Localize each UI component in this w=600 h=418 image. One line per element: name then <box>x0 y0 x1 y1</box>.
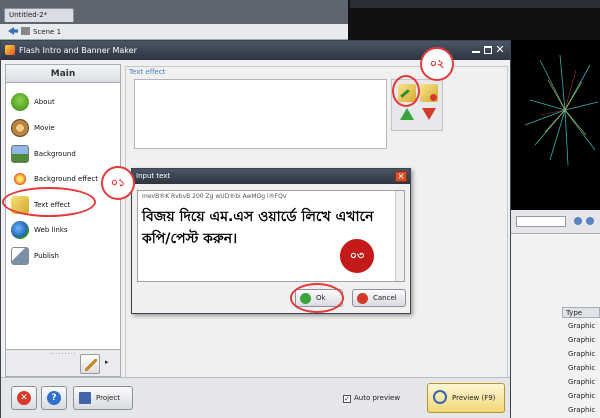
type-row: Graphic <box>568 406 596 414</box>
clapper-icon <box>21 27 30 35</box>
highlight-ring-ok <box>290 283 344 313</box>
sidebar-item-label: Background <box>34 150 76 158</box>
exit-icon: ✕ <box>17 391 31 405</box>
document-tab[interactable]: Untitled-2* <box>4 8 74 22</box>
sidebar-item-web-links[interactable]: Web links <box>6 217 120 243</box>
close-icon[interactable]: ✕ <box>495 44 505 56</box>
bottom-toolbar: ✕ ? Project ✓ Auto preview Preview (F9) <box>1 377 510 418</box>
cancel-button[interactable]: Cancel <box>352 289 406 307</box>
chevron-down-icon[interactable]: ▸ <box>105 358 109 366</box>
sidebar-item-label: Movie <box>34 124 55 132</box>
sidebar-item-background[interactable]: Background <box>6 141 120 167</box>
scene-label: Scene 1 <box>33 28 62 36</box>
cancel-icon <box>357 293 368 304</box>
auto-preview-label: Auto preview <box>354 394 401 402</box>
preview-window-titlebar <box>350 0 600 8</box>
host-app-window: Untitled-2* Scene 1 <box>0 0 348 40</box>
step-1-badge: ০১ <box>101 166 135 200</box>
magnifier-icon <box>433 390 447 404</box>
edit-text-icon[interactable] <box>420 84 438 102</box>
highlight-ring-text-effect <box>2 187 96 217</box>
library-toolbar <box>510 210 600 234</box>
document-icon <box>11 247 29 265</box>
sidebar-item-label: Publish <box>34 252 59 260</box>
type-row: Graphic <box>568 322 596 330</box>
minimize-icon[interactable] <box>472 47 480 53</box>
library-dropdown[interactable] <box>516 216 566 227</box>
close-icon[interactable]: ✕ <box>395 171 407 182</box>
sidebar-item-publish[interactable]: Publish <box>6 243 120 269</box>
pen-tool-button[interactable] <box>80 354 100 374</box>
sidebar-footer: ......... ▸ <box>5 349 121 377</box>
floppy-disk-icon <box>79 392 91 404</box>
fireworks-image <box>524 54 599 166</box>
move-up-icon[interactable] <box>400 108 414 120</box>
step-2-badge: ০২ <box>420 47 454 81</box>
scene-bar: Scene 1 <box>0 24 348 40</box>
sidebar-item-about[interactable]: About <box>6 89 120 115</box>
back-arrow-icon[interactable] <box>8 27 18 35</box>
preview-label: Preview (F9) <box>452 394 496 402</box>
picture-icon <box>11 145 29 163</box>
pin-icon[interactable] <box>574 217 582 225</box>
sidebar-header: Main <box>6 65 120 83</box>
type-row: Graphic <box>568 392 596 400</box>
auto-preview-checkbox[interactable]: ✓ Auto preview <box>343 394 400 403</box>
home-icon <box>11 93 29 111</box>
type-row: Graphic <box>568 350 596 358</box>
project-button[interactable]: Project <box>73 386 133 410</box>
type-row: Graphic <box>568 364 596 372</box>
help-button[interactable]: ? <box>41 386 67 410</box>
resize-grip[interactable]: ......... <box>50 349 76 356</box>
preview-button[interactable]: Preview (F9) <box>427 383 505 413</box>
globe-icon <box>11 221 29 239</box>
text-effect-label: Text effect <box>129 68 166 76</box>
type-column-header[interactable]: Type <box>562 307 600 318</box>
dialog-title: Flash Intro and Banner Maker <box>19 46 137 55</box>
sidebar-item-label: Web links <box>34 226 68 234</box>
input-dialog-titlebar[interactable]: Input text <box>132 169 410 184</box>
app-icon <box>5 45 15 55</box>
project-label: Project <box>96 394 120 402</box>
checkbox-icon[interactable]: ✓ <box>343 395 351 403</box>
sidebar-item-label: About <box>34 98 55 106</box>
burst-icon <box>11 170 29 188</box>
input-dialog-title: Input text <box>136 172 171 180</box>
vertical-scrollbar[interactable] <box>395 191 404 281</box>
sidebar-item-label: Background effect <box>34 175 99 183</box>
help-icon: ? <box>47 391 61 405</box>
input-text-dialog: Input text ✕ mevB®K RvbvB 200 Zg wUD®bi … <box>131 168 411 314</box>
text-effect-list[interactable] <box>134 79 387 149</box>
cancel-label: Cancel <box>373 294 397 302</box>
maximize-icon[interactable] <box>484 46 492 54</box>
garbled-text-line: mevB®K RvbvB 200 Zg wUD®bi AwMÖg l®FQv <box>142 193 287 200</box>
sidebar-item-movie[interactable]: Movie <box>6 115 120 141</box>
move-down-icon[interactable] <box>422 108 436 120</box>
pen-icon <box>85 359 97 371</box>
highlight-ring-add-text <box>392 75 420 107</box>
exit-button[interactable]: ✕ <box>11 386 37 410</box>
type-row: Graphic <box>568 336 596 344</box>
fireworks-preview <box>510 40 600 210</box>
sidebar: Main About Movie Background Background e… <box>5 64 121 374</box>
film-reel-icon <box>11 119 29 137</box>
type-row: Graphic <box>568 378 596 386</box>
new-library-icon[interactable] <box>586 217 594 225</box>
step-3-badge: ০৩ <box>340 239 374 273</box>
